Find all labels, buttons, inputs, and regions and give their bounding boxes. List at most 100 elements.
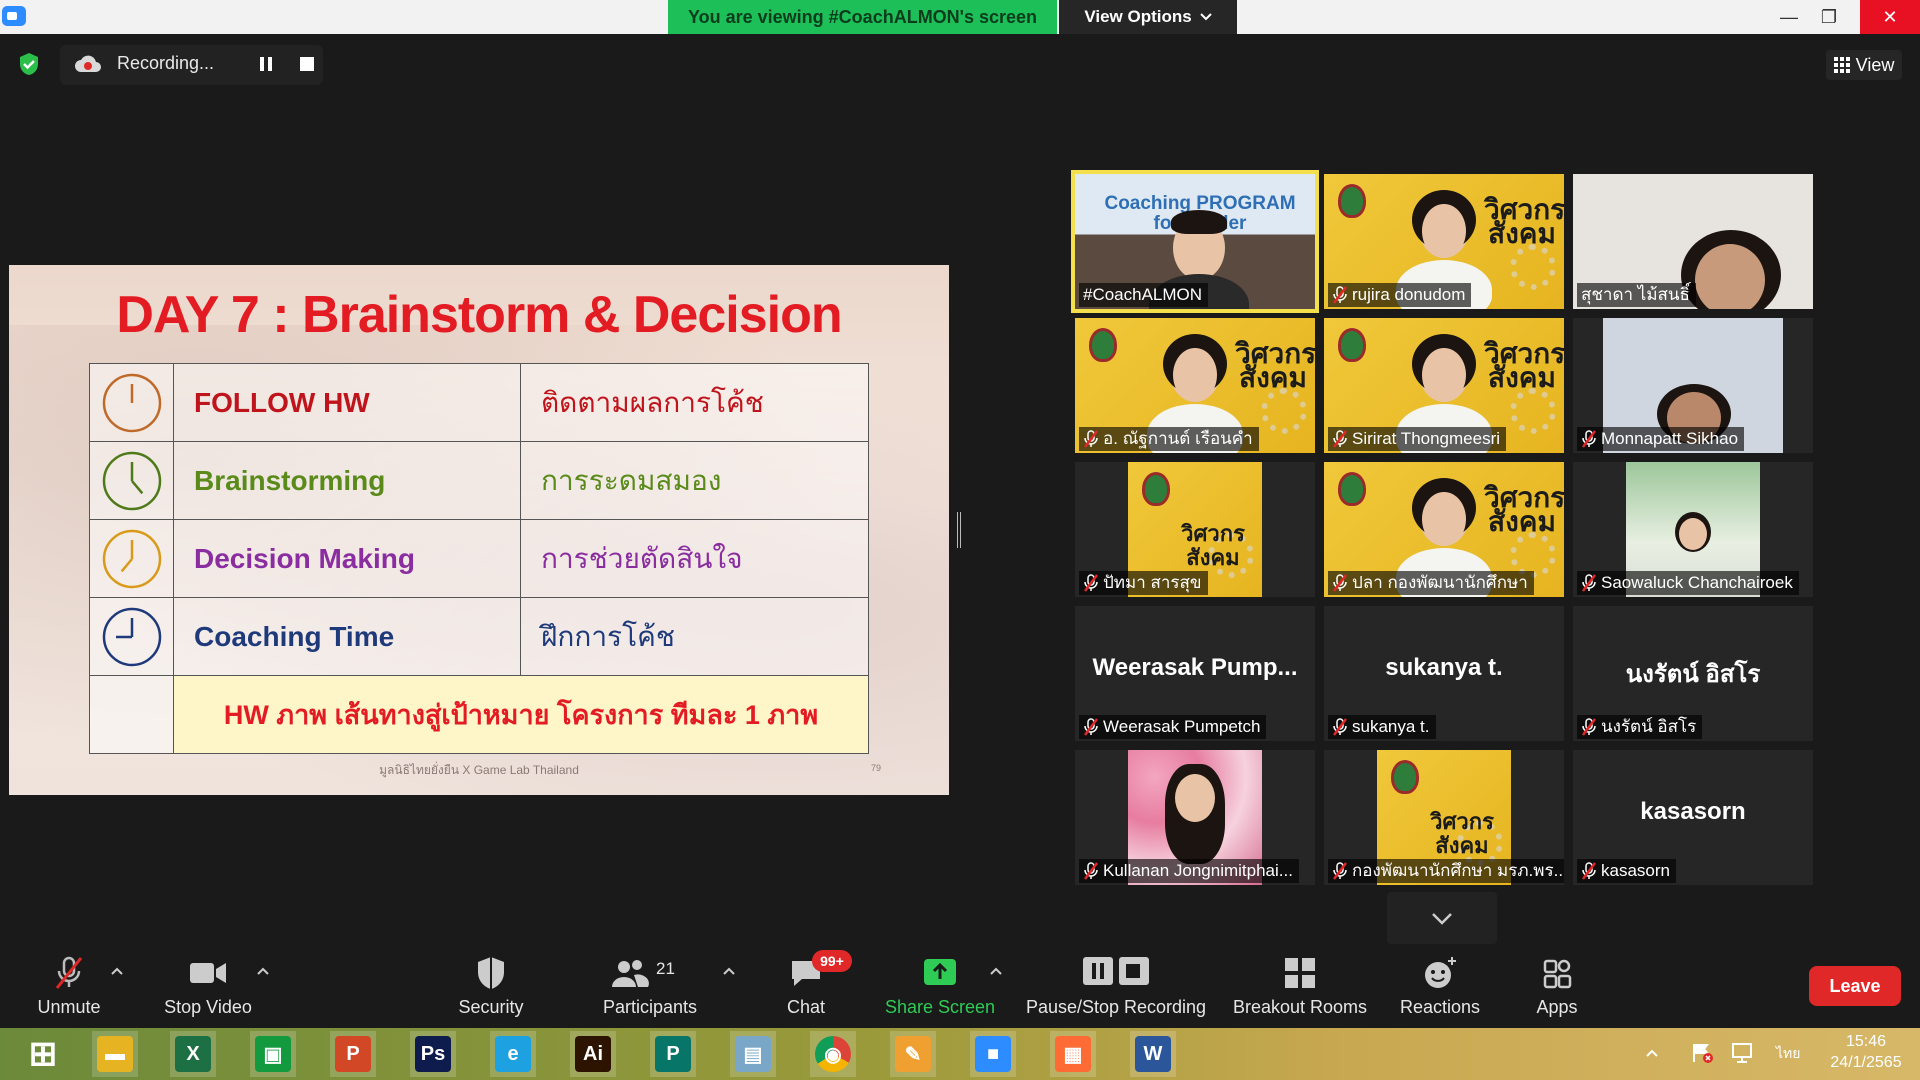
- participant-name-label: กองพัฒนานักศึกษา มรภ.พร...: [1328, 859, 1564, 883]
- participant-face: [1422, 204, 1466, 258]
- stop-recording-icon[interactable]: [300, 57, 314, 71]
- participant-video-tile[interactable]: วิศวกร สังคม Sirirat Thongmeesri: [1324, 318, 1564, 453]
- participant-video-tile[interactable]: Monnapatt Sikhao: [1573, 318, 1813, 453]
- participant-video-tile[interactable]: วิศวกร สังคม ปลา กองพัฒนานักศึกษา: [1324, 462, 1564, 597]
- photos-icon: ▦: [1055, 1036, 1091, 1072]
- breakout-rooms-button[interactable]: Breakout Rooms: [1228, 955, 1372, 1021]
- input-language[interactable]: ไทย: [1776, 1043, 1800, 1065]
- audio-options-caret-icon[interactable]: [110, 966, 124, 976]
- participant-video-tile[interactable]: วิศวกร สังคม rujira donudom: [1324, 174, 1564, 309]
- video-options-caret-icon[interactable]: [256, 966, 270, 976]
- taskbar-powerpoint-button[interactable]: P: [330, 1031, 376, 1077]
- taskbar-paint-button[interactable]: ✎: [890, 1031, 936, 1077]
- gear-decoration-icon: [1510, 388, 1556, 434]
- taskbar-excel-button[interactable]: X: [170, 1031, 216, 1077]
- taskbar-file-explorer-button[interactable]: ▬: [92, 1031, 138, 1077]
- shield-check-icon[interactable]: [18, 52, 40, 76]
- participant-name: ปลา กองพัฒนานักศึกษา: [1352, 573, 1528, 592]
- participant-display-name: sukanya t.: [1385, 654, 1503, 681]
- video-camera-icon: [190, 963, 226, 983]
- microphone-muted-icon: [1333, 286, 1347, 304]
- restore-button[interactable]: ❐: [1806, 0, 1852, 34]
- yellow-logo-text: วิศวกร สังคม: [1235, 338, 1315, 393]
- security-button[interactable]: Security: [450, 955, 532, 1021]
- participant-video-tile[interactable]: Kullanan Jongnimitphai...: [1075, 750, 1315, 885]
- participant-video-tile[interactable]: สุชาดา ไม้สนธิ์: [1573, 174, 1813, 309]
- taskbar-word-button[interactable]: W: [1130, 1031, 1176, 1077]
- unmute-button[interactable]: Unmute: [26, 955, 112, 1021]
- taskbar-internet-explorer-button[interactable]: e: [490, 1031, 536, 1077]
- apps-button[interactable]: Apps: [1522, 955, 1592, 1021]
- microphone-muted-icon: [1084, 862, 1098, 880]
- agenda-item-english: Decision Making: [173, 519, 521, 598]
- show-hidden-icons-caret-icon[interactable]: [1644, 1046, 1660, 1060]
- gear-decoration-icon: [1261, 388, 1307, 434]
- participant-video-tile[interactable]: วิศวกร สังคม กองพัฒนานักศึกษา มรภ.พร...: [1324, 750, 1564, 885]
- taskbar-store-button[interactable]: ▣: [250, 1031, 296, 1077]
- taskbar-photos-button[interactable]: ▦: [1050, 1031, 1096, 1077]
- yellow-logo-text: วิศวกร สังคม: [1430, 809, 1494, 858]
- shield-icon: [478, 957, 504, 989]
- participant-video-tile[interactable]: วิศวกร สังคม อ. ณัฐกานต์ เรือนคำ: [1075, 318, 1315, 453]
- participants-button[interactable]: 21 Participants: [594, 955, 706, 1021]
- participant-name: นงรัตน์ อิสโร: [1601, 717, 1697, 736]
- participant-video-tile[interactable]: Coaching PROGRAM for Leader#CoachALMON: [1071, 170, 1319, 313]
- taskbar-illustrator-button[interactable]: Ai: [570, 1031, 616, 1077]
- shared-screen[interactable]: DAY 7 : Brainstorm & Decision FOLLOW HW ต…: [9, 265, 949, 795]
- participant-video-tile[interactable]: วิศวกร สังคม ปัทมา สารสุข: [1075, 462, 1315, 597]
- participant-name: #CoachALMON: [1083, 285, 1203, 304]
- chevron-down-icon: [1199, 13, 1212, 21]
- participant-video-tile[interactable]: Weerasak Pump... Weerasak Pumpetch: [1075, 606, 1315, 741]
- powerpoint-icon: P: [335, 1036, 371, 1072]
- action-center-flag-icon[interactable]: [1690, 1042, 1714, 1064]
- participant-video-tile[interactable]: kasasorn kasasorn: [1573, 750, 1813, 885]
- notepad-icon: ▤: [735, 1036, 771, 1072]
- smiley-add-icon: [1425, 957, 1456, 988]
- taskbar-windows-start-button[interactable]: ⊞: [20, 1031, 66, 1077]
- agenda-row: Brainstorming การระดมสมอง: [89, 441, 869, 520]
- participant-name-label: Monnapatt Sikhao: [1577, 427, 1745, 451]
- gallery-next-page-button[interactable]: [1387, 892, 1497, 944]
- share-options-caret-icon[interactable]: [989, 966, 1003, 976]
- taskbar-chrome-button[interactable]: ◉: [810, 1031, 856, 1077]
- split-view-handle[interactable]: [957, 512, 961, 548]
- taskbar-zoom-button[interactable]: ■: [970, 1031, 1016, 1077]
- university-seal-icon: [1338, 472, 1366, 506]
- reactions-button[interactable]: Reactions: [1394, 955, 1486, 1021]
- participant-hair: [1171, 210, 1227, 234]
- stop-video-button[interactable]: Stop Video: [158, 955, 258, 1021]
- leave-meeting-button[interactable]: Leave: [1809, 966, 1901, 1006]
- view-options-button[interactable]: View Options: [1059, 0, 1237, 34]
- chat-unread-badge: 99+: [812, 950, 852, 972]
- participant-face: [1679, 518, 1707, 550]
- people-icon: [612, 960, 649, 987]
- internet-explorer-icon: e: [495, 1036, 531, 1072]
- illustrator-icon: Ai: [575, 1036, 611, 1072]
- view-layout-button[interactable]: View: [1826, 50, 1902, 80]
- participant-name-label: ปัทมา สารสุข: [1079, 571, 1208, 595]
- participant-face: [1422, 348, 1466, 402]
- university-seal-icon: [1338, 328, 1366, 362]
- microphone-muted-icon: [1084, 430, 1098, 448]
- yellow-logo-text: วิศวกร สังคม: [1181, 521, 1245, 570]
- close-button[interactable]: ✕: [1860, 0, 1920, 34]
- pause-recording-icon[interactable]: [258, 56, 274, 72]
- university-seal-icon: [1391, 760, 1419, 794]
- participant-video-tile[interactable]: sukanya t. sukanya t.: [1324, 606, 1564, 741]
- taskbar-photoshop-button[interactable]: Ps: [410, 1031, 456, 1077]
- microphone-muted-icon: [1333, 862, 1347, 880]
- system-clock[interactable]: 15:46 24/1/2565: [1818, 1031, 1914, 1073]
- publisher-icon: P: [655, 1036, 691, 1072]
- agenda-item-thai: การช่วยตัดสินใจ: [520, 519, 869, 598]
- recording-label: Recording...: [117, 53, 215, 73]
- taskbar-notepad-button[interactable]: ▤: [730, 1031, 776, 1077]
- taskbar-publisher-button[interactable]: P: [650, 1031, 696, 1077]
- network-icon[interactable]: [1730, 1042, 1754, 1064]
- pause-stop-recording-button[interactable]: Pause/Stop Recording: [1024, 955, 1208, 1021]
- yellow-logo-text: วิศวกร สังคม: [1484, 194, 1564, 249]
- participant-video-tile[interactable]: นงรัตน์ อิสโร นงรัตน์ อิสโร: [1573, 606, 1813, 741]
- participant-video-tile[interactable]: Saowaluck Chanchairoek: [1573, 462, 1813, 597]
- participants-options-caret-icon[interactable]: [722, 966, 736, 976]
- share-screen-button[interactable]: Share Screen: [882, 955, 998, 1021]
- participant-name: Monnapatt Sikhao: [1601, 429, 1739, 448]
